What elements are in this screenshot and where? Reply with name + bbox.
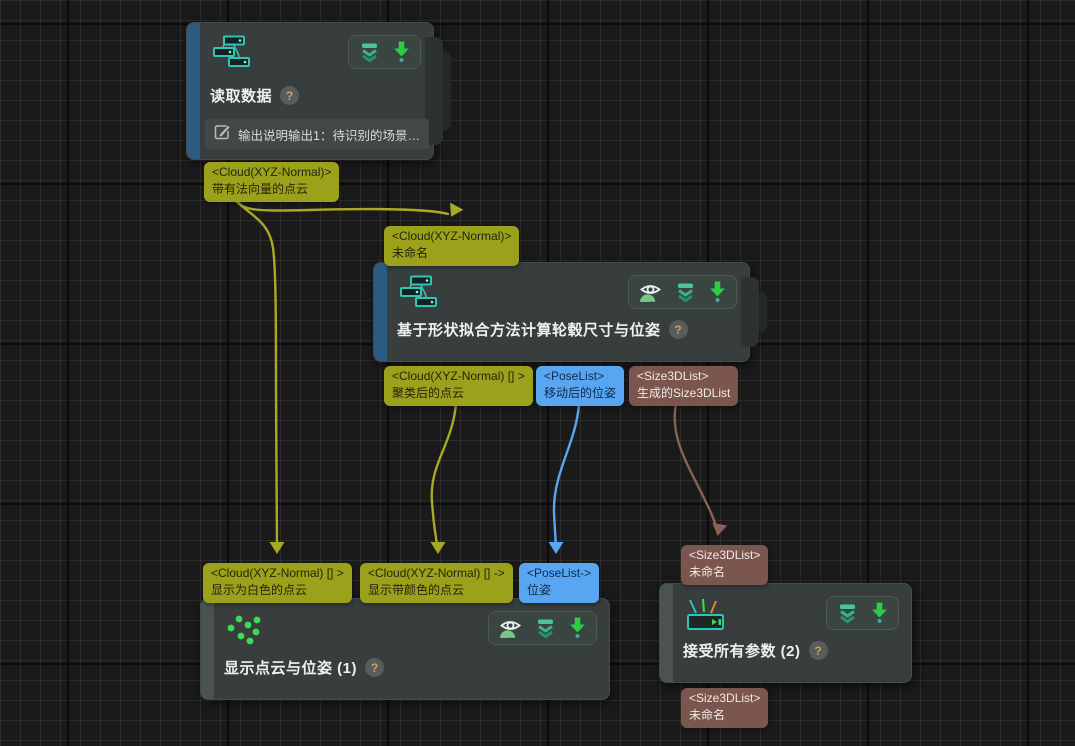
port-type: <PoseList> [544,368,616,385]
port-type: <Cloud(XYZ-Normal) [] > [211,565,344,582]
wire-fit-out-sizes-to-accept-in-sizes[interactable] [675,404,717,531]
node-show-cloud-pose[interactable]: 显示点云与位姿 (1)? [200,598,610,700]
node-title: 基于形状拟合方法计算轮毂尺寸与位姿 [397,319,661,340]
dots-icon [227,611,261,650]
collapse-icon[interactable] [675,282,696,303]
port-name: 移动后的位姿 [544,385,616,402]
edit-icon [214,123,231,145]
port-type: <Size3DList> [689,547,760,564]
port-name: 未命名 [689,707,760,724]
collapse-icon[interactable] [837,603,858,624]
device-icon [686,596,728,637]
node-action-buttons [488,611,597,645]
port-accept-in-sizes[interactable]: <Size3DList>未命名 [681,545,768,585]
node-action-buttons [348,35,421,69]
node-graph-canvas[interactable]: 读取数据? 输出说明输出1：待识别的场景… 基于 [0,0,1075,746]
output-description-row[interactable]: 输出说明输出1：待识别的场景… [205,119,429,149]
port-accept-out-sizes[interactable]: <Size3DList>未命名 [681,688,768,728]
node-color-bar [660,584,673,682]
visibility-icon[interactable] [499,618,522,639]
port-name: 带有法向量的点云 [212,181,331,198]
port-name: 未命名 [392,245,511,262]
wire-read-out-cloud-to-show-in-white[interactable] [234,197,277,549]
port-type: <Cloud(XYZ-Normal)> [392,228,511,245]
node-stack-layer [741,277,759,347]
port-type: <Size3DList> [637,368,730,385]
wire-arrow-icon [710,523,727,537]
port-type: <Cloud(XYZ-Normal) [] -> [368,565,505,582]
port-name: 位姿 [527,582,591,599]
port-type: <Size3DList> [689,690,760,707]
port-show-in-pose[interactable]: <PoseList->位姿 [519,563,599,603]
port-fit-out-clusters[interactable]: <Cloud(XYZ-Normal) [] >聚类后的点云 [384,366,533,406]
port-read-out-cloud[interactable]: <Cloud(XYZ-Normal)>带有法向量的点云 [204,162,339,202]
download-icon[interactable] [871,602,888,624]
node-title: 显示点云与位姿 (1) [224,657,357,678]
port-name: 聚类后的点云 [392,385,525,402]
port-type: <Cloud(XYZ-Normal)> [212,164,331,181]
help-badge[interactable]: ? [280,86,299,105]
machine-icon [400,275,438,313]
wire-arrow-icon [270,542,285,554]
wire-fit-out-clusters-to-show-in-colored[interactable] [432,404,456,549]
wire-arrow-icon [431,542,446,554]
node-color-bar [201,599,214,699]
node-shape-fit[interactable]: 基于形状拟合方法计算轮毂尺寸与位姿? [373,262,750,362]
port-name: 显示带颜色的点云 [368,582,505,599]
node-action-buttons [826,596,899,630]
node-color-bar [187,23,200,159]
node-accept-params[interactable]: 接受所有参数 (2)? [659,583,912,683]
machine-icon [213,35,251,73]
port-show-in-white[interactable]: <Cloud(XYZ-Normal) [] >显示为白色的点云 [203,563,352,603]
help-badge[interactable]: ? [809,641,828,660]
node-color-bar [374,263,387,361]
node-title: 接受所有参数 (2) [683,640,801,661]
download-icon[interactable] [569,617,586,639]
node-action-buttons [628,275,737,309]
wire-arrow-icon [444,203,463,221]
output-description-text: 输出说明输出1：待识别的场景… [238,125,420,144]
collapse-icon[interactable] [535,618,556,639]
visibility-icon[interactable] [639,282,662,303]
port-type: <PoseList-> [527,565,591,582]
port-name: 未命名 [689,564,760,581]
wire-arrow-icon [549,542,564,554]
port-name: 生成的Size3DList [637,385,730,402]
help-badge[interactable]: ? [669,320,688,339]
port-type: <Cloud(XYZ-Normal) [] > [392,368,525,385]
port-show-in-colored[interactable]: <Cloud(XYZ-Normal) [] ->显示带颜色的点云 [360,563,513,603]
port-name: 显示为白色的点云 [211,582,344,599]
help-badge[interactable]: ? [365,658,384,677]
download-icon[interactable] [393,41,410,63]
port-fit-in-cloud[interactable]: <Cloud(XYZ-Normal)>未命名 [384,226,519,266]
collapse-icon[interactable] [359,42,380,63]
port-fit-out-poses[interactable]: <PoseList>移动后的位姿 [536,366,624,406]
node-title: 读取数据 [210,85,272,106]
download-icon[interactable] [709,281,726,303]
node-read-data[interactable]: 读取数据? 输出说明输出1：待识别的场景… [186,22,434,160]
port-fit-out-sizes[interactable]: <Size3DList>生成的Size3DList [629,366,738,406]
wire-fit-out-poses-to-show-in-pose[interactable] [554,404,579,549]
